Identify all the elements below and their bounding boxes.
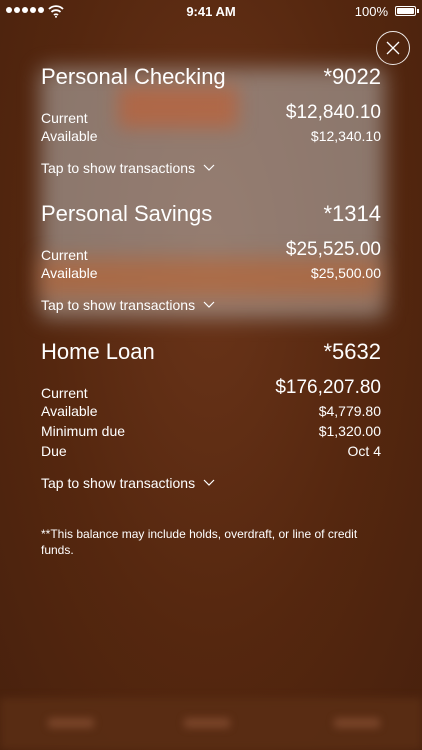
battery-tip [417, 9, 419, 13]
show-transactions-label: Tap to show transactions [41, 160, 196, 176]
close-button[interactable] [376, 31, 410, 65]
account-name: Personal Savings [41, 201, 213, 226]
balance-label: Available [41, 403, 98, 419]
chevron-down-icon [203, 479, 215, 486]
balance-label: Available [41, 265, 98, 281]
show-transactions-label: Tap to show transactions [41, 475, 196, 491]
balance-label: Available [41, 128, 98, 144]
account-number: *5632 [323, 339, 381, 364]
show-transactions-toggle[interactable]: Tap to show transactions [41, 159, 381, 177]
balance-label: Due [41, 443, 67, 459]
balance-label: Minimum due [41, 423, 126, 439]
account-name: Home Loan [41, 339, 155, 364]
show-transactions-toggle[interactable]: Tap to show transactions [41, 474, 381, 492]
balance-value: $1,320.00 [318, 423, 381, 439]
account-name: Personal Checking [41, 64, 226, 89]
balance-footnote: **This balance may include holds, overdr… [41, 527, 358, 557]
balance-value: $12,340.10 [310, 128, 381, 144]
close-icon [386, 41, 400, 55]
balance-label: Current [41, 110, 88, 126]
battery-icon [395, 6, 416, 16]
current-balance-row: Current $176,207.80 [41, 377, 381, 401]
due-date-row: Due Oct 4 [41, 440, 381, 460]
balance-value: Oct 4 [347, 443, 381, 459]
balance-label: Current [41, 247, 88, 263]
available-balance-row: Available $4,779.80 [41, 400, 381, 420]
account-personal-savings: Personal Savings *1314 Current $25,525.0… [41, 201, 381, 314]
blurred-tab [184, 718, 230, 728]
balance-value: $176,207.80 [275, 377, 381, 398]
account-details-screen: 9:41 AM 100% Personal Checking *9022 Cur… [0, 0, 422, 750]
chevron-down-icon [203, 164, 215, 171]
status-bar: 9:41 AM 100% [0, 0, 422, 24]
current-balance-row: Current $25,525.00 [41, 239, 381, 263]
blurred-tab [48, 718, 94, 728]
balance-value: $25,500.00 [310, 265, 381, 281]
available-balance-row: Available $12,340.10 [41, 125, 381, 145]
account-number: *1314 [323, 201, 381, 226]
balance-value: $4,779.80 [318, 403, 381, 419]
balance-value: $25,525.00 [285, 239, 381, 260]
balance-label: Current [41, 385, 88, 401]
chevron-down-icon [203, 301, 215, 308]
show-transactions-toggle[interactable]: Tap to show transactions [41, 296, 381, 314]
minimum-due-row: Minimum due $1,320.00 [41, 420, 381, 440]
account-personal-checking: Personal Checking *9022 Current $12,840.… [41, 64, 381, 177]
battery-percentage: 100% [354, 4, 388, 19]
account-number: *9022 [323, 64, 381, 89]
blurred-tab [334, 718, 380, 728]
available-balance-row: Available $25,500.00 [41, 262, 381, 282]
balance-value: $12,840.10 [285, 102, 381, 123]
account-home-loan: Home Loan *5632 Current $176,207.80 Avai… [41, 339, 381, 492]
current-balance-row: Current $12,840.10 [41, 102, 381, 126]
show-transactions-label: Tap to show transactions [41, 297, 196, 313]
